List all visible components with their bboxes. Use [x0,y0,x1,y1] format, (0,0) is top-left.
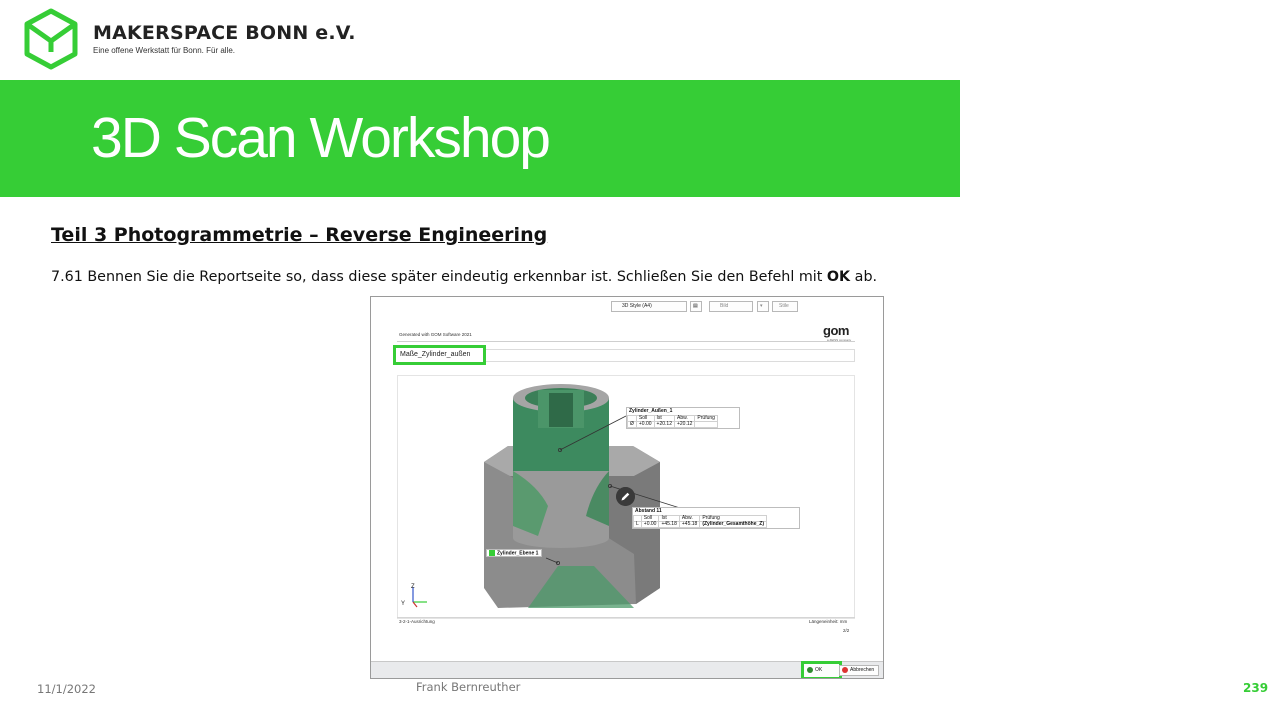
callout-abstand-table: Soll Ist Abw. Prüfung L +0.00 +45.18 +45… [633,515,767,528]
abst-cell: +45.18 [658,521,680,528]
zyl-cell: +20.12 [673,421,696,428]
generated-label: Generated with GOM Software 2021 [399,332,472,337]
callout-abstand[interactable]: Abstand 11 Soll Ist Abw. Prüfung L +0.00… [632,507,800,529]
ok-button[interactable]: OK [807,666,822,675]
callout-ebene-title: Zylinder_Ebene 1 [497,550,539,557]
callout-zylinder-title: Zylinder_Außen_1 [629,408,673,414]
cancel-label: Abbrechen [850,667,875,673]
pencil-icon[interactable] [616,487,635,506]
abst-cell: +45.18 [678,521,701,528]
zyl-cell: Ø [627,421,637,428]
ok-label: OK [815,667,823,673]
stile-button[interactable]: Stile [772,301,798,312]
abst-cell: L [633,521,642,528]
slide-title: 3D Scan Workshop [91,106,551,170]
instruction-prefix: 7.61 Bennen Sie die Reportseite so, dass… [51,269,827,285]
header-divider [397,341,855,342]
ok-highlight: OK [801,661,842,678]
gom-logo: gom [823,323,849,338]
zyl-cell: +0.00 [635,421,655,428]
footer-page-number: 239 [1243,681,1269,695]
ok-check-icon [807,666,813,673]
zyl-cell [694,421,718,428]
properties-icon[interactable]: ▤ [690,301,702,312]
title-banner: 3D Scan Workshop [0,80,960,197]
section-heading: Teil 3 Photogrammetrie – Reverse Enginee… [51,224,548,246]
alignment-label: 3-2-1-Ausrichtung [399,619,435,624]
style-select[interactable]: 3D Style (A4) [611,301,687,312]
callout-zylinder[interactable]: Zylinder_Außen_1 Soll Ist Abw. Prüfung Ø… [626,407,740,429]
abst-cell: +0.00 [640,521,660,528]
zyl-header-cell: Prüfung [694,415,718,422]
axis-z-label: Z [411,584,415,590]
axis-triad-icon: Y Z [401,584,427,608]
chevron-down-icon[interactable]: ▾ [757,301,769,312]
page-indicator: 2/2 [843,628,850,633]
cancel-button[interactable]: Abbrechen [839,665,879,676]
report-title-field[interactable] [483,349,855,362]
zyl-cell: +20.12 [653,421,675,428]
unit-label: Längeneinheit: mm [809,619,848,624]
footer-author: Frank Bernreuther [416,680,521,694]
checkbox-icon [489,550,495,556]
brand-name: MAKERSPACE BONN e.V. [93,22,356,44]
callout-zylinder-table: Soll Ist Abw. Prüfung Ø +0.00 +20.12 +20… [627,415,718,428]
brand-tagline: Eine offene Werkstatt für Bonn. Für alle… [93,46,235,55]
gom-report-screenshot: Generated with GOM Software 2021 gom a Z… [370,296,884,679]
callout-ebene[interactable]: Zylinder_Ebene 1 [486,549,543,557]
abst-cell: (Zylinder_Gesamthöhe_Z) [699,521,767,528]
viewport-footer-divider [397,617,855,618]
callout-abstand-title: Abstand 11 [635,508,662,514]
footer-date: 11/1/2022 [37,682,96,696]
instruction-text: 7.61 Bennen Sie die Reportseite so, dass… [51,269,877,285]
makerspace-cube-logo-icon [24,8,78,70]
bild-button[interactable]: Bild [709,301,753,312]
axis-y-label: Y [401,601,405,607]
report-title-input[interactable]: Maße_Zylinder_außen [393,345,486,365]
instruction-ok: OK [826,269,851,285]
cancel-x-icon [842,666,848,673]
instruction-suffix: ab. [850,269,878,285]
